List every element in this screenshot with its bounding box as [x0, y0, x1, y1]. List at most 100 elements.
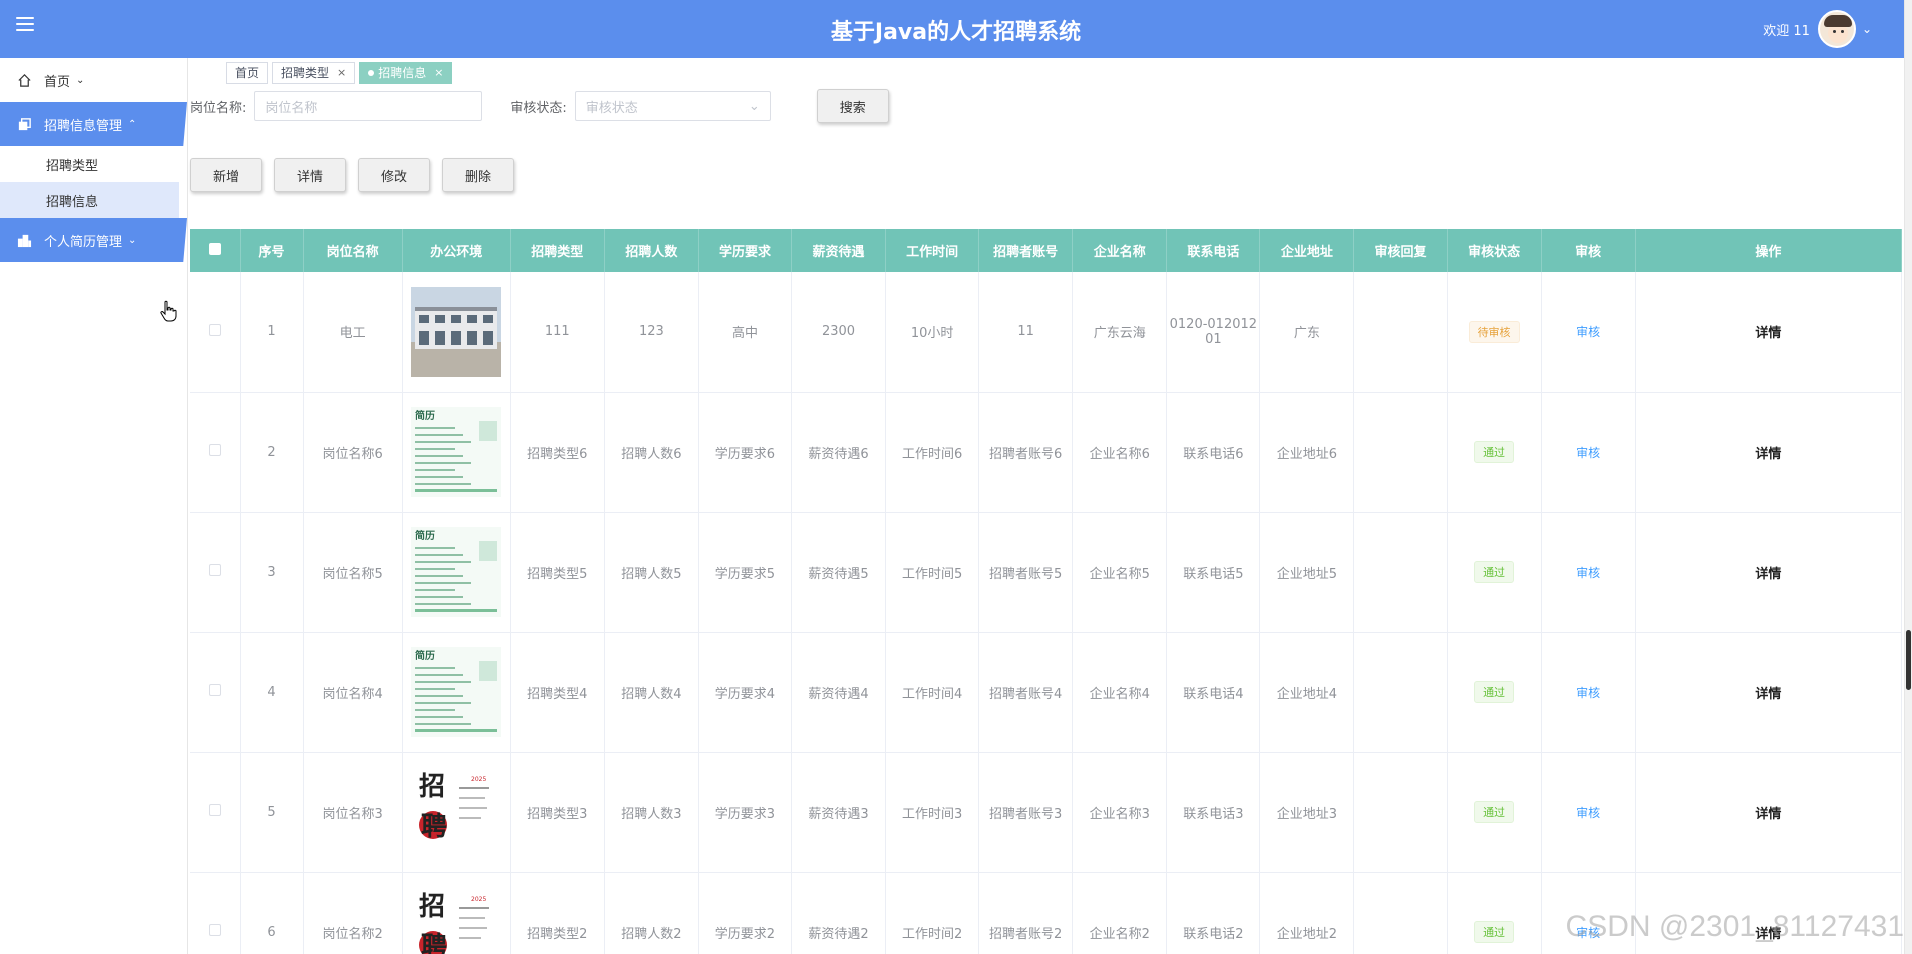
- audit-link[interactable]: 审核: [1576, 446, 1600, 460]
- svg-text:聘: 聘: [421, 812, 447, 842]
- office-image: 招聘 2025: [402, 752, 511, 873]
- search-bar: 岗位名称: 岗位名称 审核状态: 审核状态 ⌄ 搜索: [190, 89, 889, 123]
- cell-edu: 学历要求3: [698, 752, 792, 873]
- row-checkbox[interactable]: [190, 512, 241, 633]
- avatar[interactable]: [1817, 10, 1856, 48]
- sidebar-subitem-recruit-type[interactable]: 招聘类型: [0, 146, 187, 182]
- position-name-input[interactable]: 岗位名称: [254, 91, 483, 121]
- sidebar-item-home[interactable]: 首页 ⌄: [0, 58, 187, 102]
- cell-no: 4: [240, 632, 304, 753]
- cell-account: 招聘者账号4: [978, 632, 1074, 753]
- top-header: 基于Java的人才招聘系统 欢迎 11 ⌄: [0, 0, 1912, 58]
- detail-link[interactable]: 详情: [1755, 567, 1781, 582]
- cell-type: 招聘类型2: [510, 872, 605, 954]
- audit-status-select[interactable]: 审核状态 ⌄: [574, 91, 771, 121]
- cell-phone: 联系电话3: [1166, 752, 1261, 873]
- watermark: CSDN @2301_81127431: [1565, 910, 1904, 943]
- detail-button[interactable]: 详情: [274, 158, 347, 192]
- audit-cell: 审核: [1541, 512, 1636, 633]
- status-cell: 通过: [1447, 752, 1542, 873]
- cell-no: 6: [240, 872, 304, 954]
- row-checkbox[interactable]: [190, 632, 241, 753]
- chevron-down-icon: ⌄: [748, 98, 760, 114]
- cell-edu: 学历要求5: [698, 512, 792, 633]
- chevron-down-icon: ⌄: [76, 74, 85, 86]
- cell-count: 招聘人数5: [604, 512, 699, 633]
- audit-cell: 审核: [1541, 392, 1636, 513]
- column-header: 审核回复: [1353, 229, 1448, 272]
- cell-name: 岗位名称3: [303, 752, 403, 873]
- cell-address: 企业地址2: [1259, 872, 1355, 954]
- detail-link[interactable]: 详情: [1755, 807, 1781, 822]
- row-checkbox[interactable]: [190, 752, 241, 873]
- chevron-down-icon[interactable]: ⌄: [1862, 22, 1872, 36]
- tab-home[interactable]: 首页: [226, 62, 269, 84]
- close-icon[interactable]: ×: [434, 63, 443, 83]
- column-header: 岗位名称: [303, 229, 403, 272]
- detail-link[interactable]: 详情: [1755, 687, 1781, 702]
- sidebar-subitem-recruit-info[interactable]: 招聘信息: [0, 182, 179, 218]
- row-checkbox[interactable]: [190, 392, 241, 513]
- cell-phone: 联系电话2: [1166, 872, 1261, 954]
- cell-edu: 学历要求2: [698, 872, 792, 954]
- edit-button[interactable]: 修改: [358, 158, 431, 192]
- cell-no: 2: [240, 392, 304, 513]
- audit-link[interactable]: 审核: [1576, 566, 1600, 580]
- cell-count: 招聘人数4: [604, 632, 699, 753]
- status-cell: 通过: [1447, 512, 1542, 633]
- detail-link[interactable]: 详情: [1755, 326, 1781, 341]
- cell-company: 企业名称5: [1072, 512, 1168, 633]
- page-scrollbar[interactable]: [1904, 0, 1912, 954]
- sidebar-item-label: 个人简历管理: [44, 234, 123, 250]
- building-icon: [16, 232, 32, 248]
- sidebar-item-label: 首页: [44, 74, 71, 90]
- select-all-checkbox[interactable]: [190, 229, 241, 272]
- user-menu[interactable]: 欢迎 11 ⌄: [1763, 9, 1872, 49]
- cell-account: 招聘者账号2: [978, 872, 1074, 954]
- cell-salary: 薪资待遇5: [791, 512, 887, 633]
- tab-label: 招聘信息: [378, 66, 427, 80]
- office-image: 简历: [402, 512, 511, 633]
- column-header: 招聘者账号: [978, 229, 1074, 272]
- office-image: [402, 272, 511, 393]
- status-badge: 待审核: [1468, 320, 1520, 343]
- audit-link[interactable]: 审核: [1576, 806, 1600, 820]
- cell-time: 工作时间5: [885, 512, 980, 633]
- cell-address: 广东: [1259, 272, 1355, 393]
- cell-reply: [1353, 272, 1448, 393]
- cell-phone: 联系电话5: [1166, 512, 1261, 633]
- table-row: 4 岗位名称4 简历 招聘类型4 招聘人数4 学历要求4 薪资待遇4 工作时间4 招聘者账号4 企…: [190, 632, 1902, 753]
- tab-recruit-info[interactable]: 招聘信息 ×: [359, 62, 453, 84]
- delete-button[interactable]: 删除: [442, 158, 515, 192]
- close-icon[interactable]: ×: [337, 63, 346, 83]
- operation-cell: 详情: [1635, 512, 1902, 633]
- row-checkbox[interactable]: [190, 872, 241, 954]
- sidebar-item-resume-management[interactable]: 个人简历管理 ⌄: [0, 218, 187, 262]
- audit-link[interactable]: 审核: [1576, 325, 1600, 339]
- tab-label: 首页: [235, 66, 260, 80]
- column-header: 操作: [1635, 229, 1902, 272]
- audit-link[interactable]: 审核: [1576, 686, 1600, 700]
- detail-link[interactable]: 详情: [1755, 447, 1781, 462]
- cell-salary: 2300: [791, 272, 887, 393]
- cell-salary: 薪资待遇3: [791, 752, 887, 873]
- app-title: 基于Java的人才招聘系统: [830, 20, 1082, 45]
- cell-phone: 联系电话4: [1166, 632, 1261, 753]
- cell-name: 电工: [303, 272, 403, 393]
- cell-name: 岗位名称2: [303, 872, 403, 954]
- cell-time: 工作时间3: [885, 752, 980, 873]
- row-checkbox[interactable]: [190, 272, 241, 393]
- tab-recruit-type[interactable]: 招聘类型 ×: [272, 62, 356, 84]
- add-button[interactable]: 新增: [190, 158, 263, 192]
- copy-icon: [16, 116, 32, 132]
- search-button[interactable]: 搜索: [816, 89, 889, 123]
- cell-name: 岗位名称5: [303, 512, 403, 633]
- svg-text:2025: 2025: [471, 896, 486, 903]
- status-badge: 通过: [1474, 801, 1515, 823]
- audit-cell: 审核: [1541, 272, 1636, 393]
- cell-count: 招聘人数3: [604, 752, 699, 873]
- sidebar-item-recruit-info-management[interactable]: 招聘信息管理 ⌃: [0, 102, 187, 146]
- cell-phone: 联系电话6: [1166, 392, 1261, 513]
- operation-cell: 详情: [1635, 752, 1902, 873]
- cell-reply: [1353, 752, 1448, 873]
